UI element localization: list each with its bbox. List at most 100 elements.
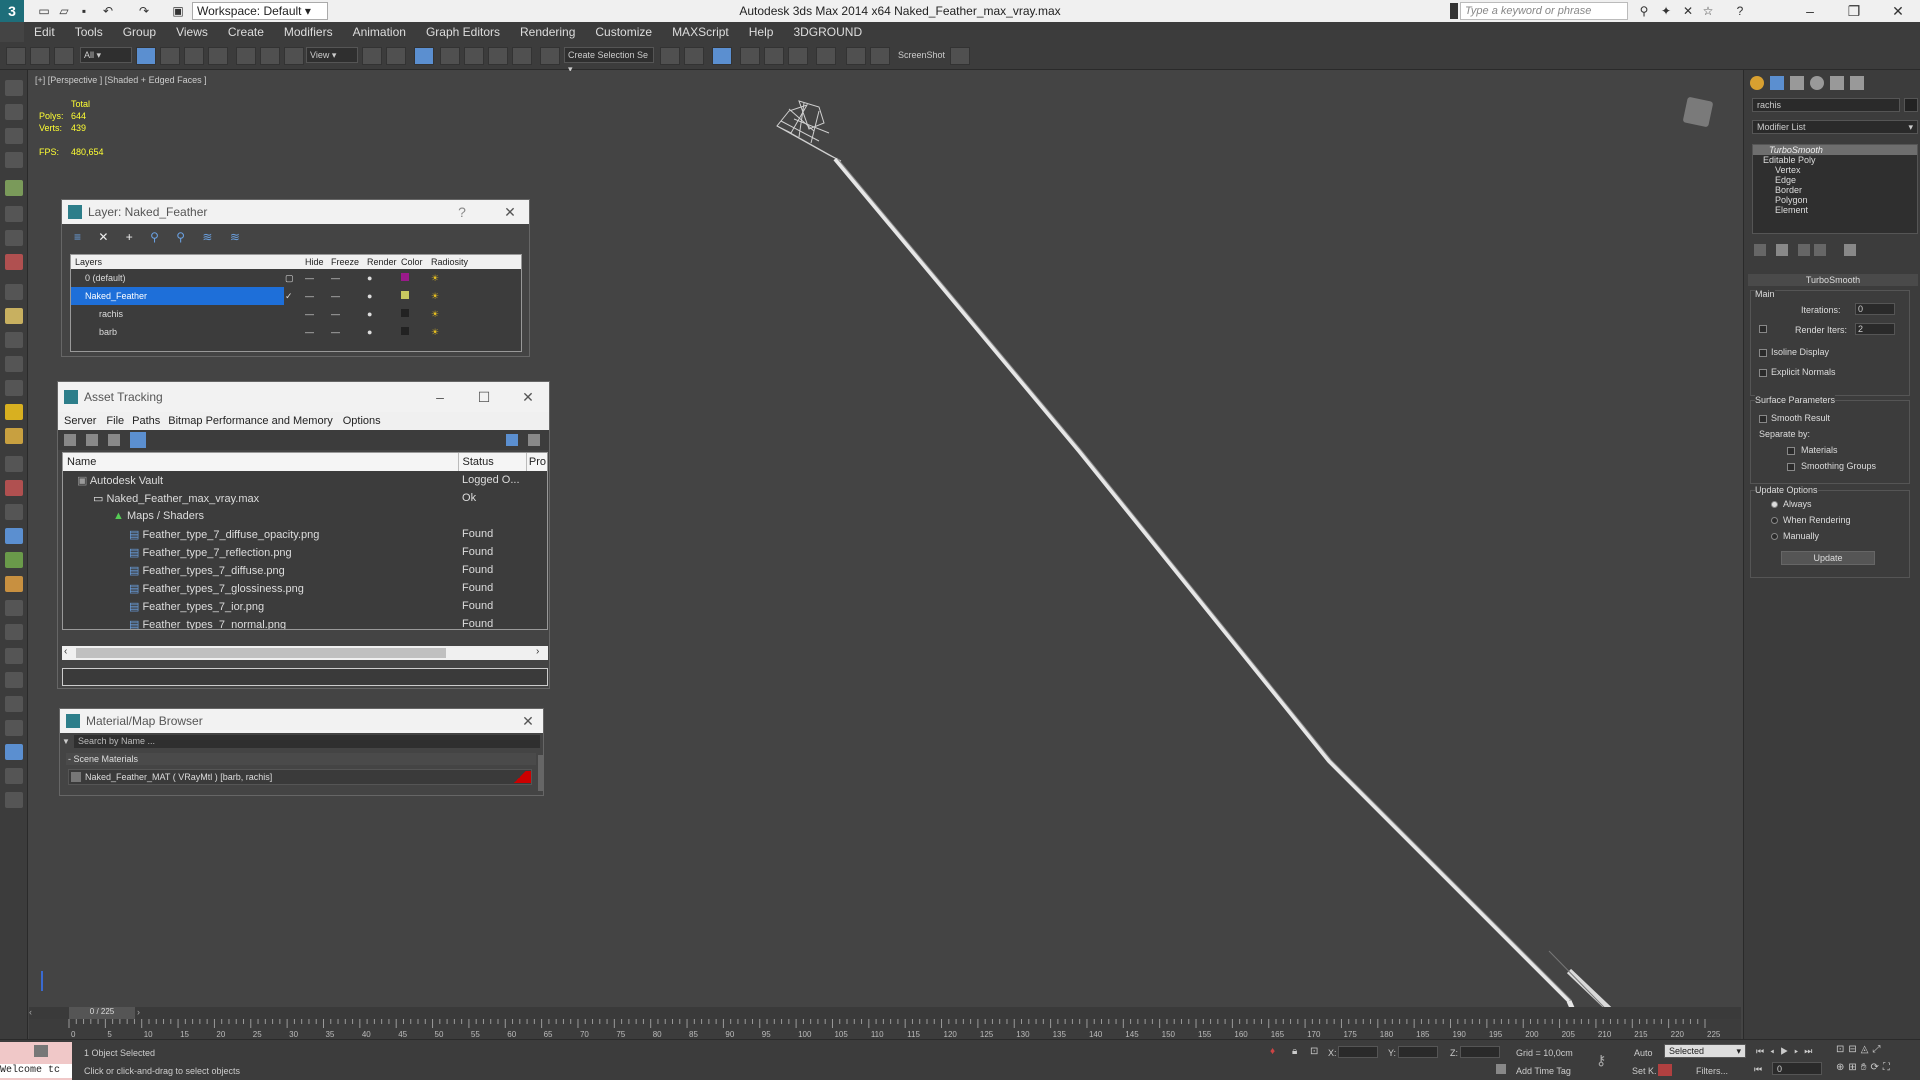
tool-icon-7[interactable] <box>5 230 23 246</box>
layer-row[interactable]: Naked_Feather ✓ — — ● ☀ <box>71 287 521 305</box>
layer-dialog-close-button[interactable]: ✕ <box>496 200 524 224</box>
motion-tab-icon[interactable] <box>1810 76 1824 90</box>
tool-icon-28[interactable] <box>5 744 23 760</box>
hide-toggle[interactable]: — <box>304 269 330 287</box>
col-name[interactable]: Name <box>63 453 459 471</box>
menu-views[interactable]: Views <box>166 22 218 42</box>
object-color-swatch[interactable] <box>1904 98 1918 112</box>
reference-coordinate-dropdown[interactable]: View ▾ <box>306 47 358 63</box>
smoothing-groups-checkbox[interactable] <box>1787 463 1795 471</box>
layer-color-swatch[interactable] <box>401 309 409 317</box>
utilities-tab-icon[interactable] <box>1850 76 1864 90</box>
select-manipulate-icon[interactable] <box>386 47 406 65</box>
menu-animation[interactable]: Animation <box>343 22 416 42</box>
stack-item-vertex[interactable]: Vertex <box>1753 165 1917 175</box>
help-icon[interactable] <box>506 434 518 446</box>
display-tab-icon[interactable] <box>1830 76 1844 90</box>
col-freeze[interactable]: Freeze <box>330 255 366 269</box>
tool-icon-4[interactable] <box>5 152 23 168</box>
menu-3dground[interactable]: 3DGROUND <box>783 22 872 42</box>
radiosity-icon[interactable]: ☀ <box>430 269 521 287</box>
layer-color-swatch[interactable] <box>401 291 409 299</box>
layer-color-swatch[interactable] <box>401 327 409 335</box>
list-view-icon[interactable] <box>86 434 98 446</box>
pin-stack-icon[interactable] <box>1754 244 1766 256</box>
asset-row[interactable]: ▤ Feather_types_7_diffuse.png Found <box>63 561 547 579</box>
align-icon[interactable] <box>684 47 704 65</box>
goto-start-icon[interactable]: ⏮ <box>1756 1046 1770 1056</box>
key-mode-icon[interactable]: ⏮ <box>1754 1064 1762 1075</box>
rendered-frame-window-icon[interactable] <box>870 47 890 65</box>
tool-icon-14[interactable] <box>5 404 23 420</box>
material-search-input[interactable]: Search by Name ... <box>74 735 540 748</box>
walk-through-icon[interactable]: ⤢ <box>1872 1044 1884 1055</box>
close-button[interactable]: ✕ <box>1876 0 1920 22</box>
orbit-icon[interactable]: ⟳ <box>1870 1062 1882 1073</box>
communication-icon[interactable]: ✕ <box>1680 3 1696 19</box>
hide-all-layers-icon[interactable]: ≋ <box>202 230 212 244</box>
tool-icon-2[interactable] <box>5 104 23 120</box>
current-layer-box-icon[interactable]: ▢ <box>284 269 304 287</box>
menu-options[interactable]: Options <box>337 415 387 427</box>
prev-key-icon[interactable]: ◂ <box>1770 1046 1780 1056</box>
maximize-button[interactable]: ❐ <box>1832 0 1876 22</box>
turbosmooth-rollout-header[interactable]: TurboSmooth <box>1748 274 1918 286</box>
modify-tab-icon[interactable] <box>1770 76 1784 90</box>
angle-snap-icon[interactable] <box>464 47 484 65</box>
menu-maxscript[interactable]: MAXScript <box>662 22 739 42</box>
freeze-toggle[interactable]: — <box>330 323 366 341</box>
track-bar[interactable]: 0 5 10 15 20 25 30 35 40 45 50 55 60 65 70 75 80 85 90 95 10… <box>29 1019 1741 1039</box>
window-crossing-icon[interactable] <box>208 47 228 65</box>
keyboard-shortcut-override-icon[interactable] <box>414 47 434 65</box>
scale-icon[interactable] <box>284 47 304 65</box>
absolute-mode-icon[interactable]: ⊡ <box>1310 1046 1318 1057</box>
menu-file[interactable]: File <box>102 415 128 427</box>
curve-editor-icon[interactable] <box>764 47 784 65</box>
tool-icon-24[interactable] <box>5 648 23 664</box>
scrollbar-thumb[interactable] <box>76 648 446 658</box>
col-layers[interactable]: Layers <box>71 255 284 269</box>
app-logo-icon[interactable]: 3 <box>0 0 24 22</box>
layer-row[interactable]: 0 (default) ▢ — — ● ☀ <box>71 269 521 287</box>
material-item[interactable]: Naked_Feather_MAT ( VRayMtl ) [barb, rac… <box>68 769 532 785</box>
layer-manager-icon[interactable] <box>712 47 732 65</box>
tool-icon-5[interactable] <box>5 180 23 196</box>
snaps-toggle-icon[interactable] <box>440 47 460 65</box>
col-color[interactable]: Color <box>400 255 430 269</box>
render-teapot-icon[interactable]: ● <box>366 269 400 287</box>
material-browser-titlebar[interactable]: Material/Map Browser <box>60 709 543 733</box>
link-icon[interactable] <box>6 47 26 65</box>
freeze-toggle[interactable]: — <box>330 287 366 305</box>
play-icon[interactable]: ▶ <box>1780 1046 1794 1056</box>
field-of-view-icon[interactable]: ◬ <box>1861 1044 1873 1055</box>
freeze-toggle[interactable]: — <box>330 269 366 287</box>
make-unique-icon[interactable] <box>1798 244 1810 256</box>
delete-layer-icon[interactable]: ✕ <box>98 230 108 244</box>
select-layer-objects-icon[interactable]: ⚲ <box>150 230 159 244</box>
tool-icon-17[interactable] <box>5 480 23 496</box>
set-key-icon[interactable] <box>1658 1064 1672 1076</box>
render-iters-spinner[interactable]: 2 <box>1855 323 1895 335</box>
tool-icon-25[interactable] <box>5 672 23 688</box>
hide-toggle[interactable]: — <box>304 287 330 305</box>
zoom-extents-icon[interactable]: ⊡ <box>1836 1044 1848 1055</box>
stack-item-border[interactable]: Border <box>1753 185 1917 195</box>
key-filter-dropdown[interactable]: Selected ▾ <box>1664 1044 1746 1058</box>
tool-icon-27[interactable] <box>5 720 23 736</box>
materials-checkbox[interactable] <box>1787 447 1795 455</box>
x-coordinate-field[interactable] <box>1338 1046 1378 1058</box>
menu-customize[interactable]: Customize <box>585 22 662 42</box>
tool-icon-15[interactable] <box>5 428 23 444</box>
open-file-icon[interactable]: ▱ <box>56 3 72 19</box>
tool-icon-23[interactable] <box>5 624 23 640</box>
layer-row[interactable]: barb — — ● ☀ <box>71 323 521 341</box>
scene-materials-header[interactable]: - Scene Materials <box>66 753 536 765</box>
tool-icon-26[interactable] <box>5 696 23 712</box>
asset-tracking-close-button[interactable]: ✕ <box>514 385 542 409</box>
schematic-view-icon[interactable] <box>788 47 808 65</box>
menu-edit[interactable]: Edit <box>24 22 65 42</box>
menu-modifiers[interactable]: Modifiers <box>274 22 343 42</box>
tool-icon-20[interactable] <box>5 552 23 568</box>
tool-icon-18[interactable] <box>5 504 23 520</box>
menu-group[interactable]: Group <box>113 22 166 42</box>
